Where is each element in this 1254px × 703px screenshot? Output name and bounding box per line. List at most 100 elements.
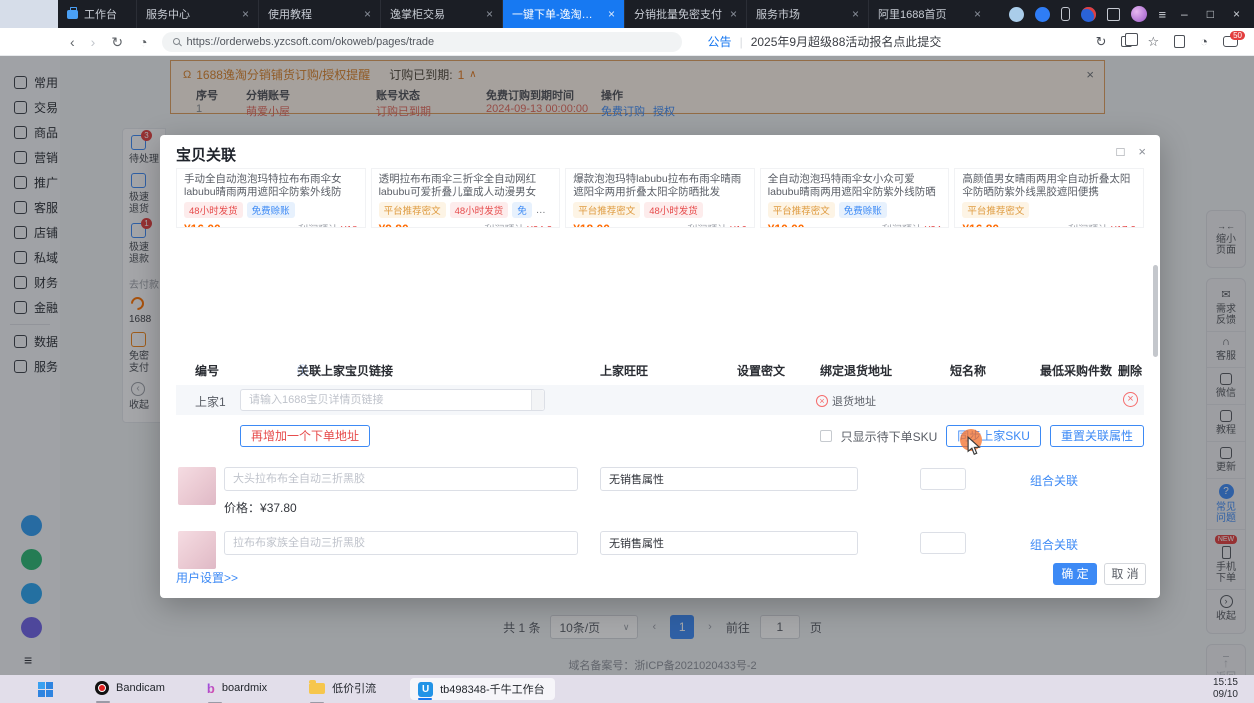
system-clock[interactable]: 15:15 09/10 — [1213, 677, 1254, 701]
close-window-icon[interactable]: × — [1229, 7, 1244, 21]
announcement[interactable]: 公告 | 2025年9月超级88活动报名点此提交 — [708, 33, 942, 50]
product-card[interactable]: 全自动泡泡玛特雨伞女小众可爱labubu晴雨两用遮阳伞防紫外线防晒 平台推荐密文… — [760, 168, 950, 228]
add-order-address-button[interactable]: 再增加一个下单地址 — [240, 425, 370, 447]
product-card[interactable]: 手动全自动泡泡玛特拉布布雨伞女labubu晴雨两用遮阳伞防紫外线防 48小时发货… — [176, 168, 366, 228]
card-title: 爆款泡泡玛特labubu拉布布雨伞晴雨遮阳伞两用折叠太阳伞防晒批发 — [573, 173, 747, 199]
copy-icon[interactable] — [1121, 36, 1132, 47]
tag-truncated: 免 — [512, 202, 532, 218]
sku-attr-input[interactable] — [600, 467, 858, 491]
card-profit: 利润预计 ¥18 — [298, 221, 357, 228]
taskbar-app-folder[interactable]: 低价引流 — [309, 680, 376, 698]
sync-icon[interactable]: ↻ — [1096, 34, 1107, 50]
cancel-button[interactable]: 取 消 — [1104, 563, 1146, 585]
input-suffix[interactable] — [531, 390, 544, 410]
tab-1688-home[interactable]: 阿里1688首页 × — [868, 0, 990, 28]
card-title: 手动全自动泡泡玛特拉布布雨伞女labubu晴雨两用遮阳伞防紫外线防 — [184, 173, 358, 199]
taskbar-app-qianniu-active[interactable]: U tb498348-千牛工作台 — [410, 678, 555, 700]
tab-tutorial[interactable]: 使用教程 × — [258, 0, 380, 28]
only-pending-sku-checkbox[interactable] — [820, 430, 832, 442]
tag-48h-shipping: 48小时发货 — [184, 202, 243, 218]
delete-row-icon[interactable]: × — [1123, 392, 1138, 407]
announcement-text[interactable]: 2025年9月超级88活动报名点此提交 — [751, 33, 942, 50]
tag-free-credit: 免费赊账 — [247, 202, 295, 218]
url-input[interactable]: https://orderwebs.yzcsoft.com/okoweb/pag… — [162, 32, 682, 52]
tab-one-click-order-active[interactable]: 一键下单-逸淘软件 × — [502, 0, 624, 28]
supplier-link-input[interactable] — [240, 389, 545, 411]
tab-close-icon[interactable]: × — [974, 8, 981, 20]
reload-icon[interactable]: ↻ — [111, 35, 123, 49]
sku-qty-input[interactable] — [920, 532, 966, 554]
tab-close-icon[interactable]: × — [852, 8, 859, 20]
phone-mirror-icon[interactable] — [1061, 7, 1070, 21]
extension-icon[interactable] — [1035, 7, 1050, 22]
only-pending-sku-label[interactable]: 只显示待下单SKU — [841, 428, 938, 445]
messages-icon[interactable]: 50 — [1223, 36, 1238, 47]
confirm-button[interactable]: 确 定 — [1053, 563, 1097, 585]
taskbar-app-bandicam[interactable]: Bandicam — [95, 681, 165, 697]
notes-extension-icon[interactable] — [1107, 8, 1120, 21]
browser-menu-icon[interactable]: ≡ — [1158, 7, 1166, 22]
col-header-delete: 删除 — [1118, 362, 1142, 379]
clock-icon[interactable]: ◔ — [1200, 34, 1208, 49]
product-card[interactable]: 透明拉布布雨伞三折伞全自动网红labubu可爱折叠儿童成人动漫男女 平台推荐密文… — [371, 168, 561, 228]
card-title: 透明拉布布雨伞三折伞全自动网红labubu可爱折叠儿童成人动漫男女 — [379, 173, 553, 199]
tab-close-icon[interactable]: × — [486, 8, 493, 20]
tab-service-center[interactable]: 服务中心 × — [136, 0, 258, 28]
modal-action-row: 再增加一个下单地址 只显示待下单SKU 同步上家SKU 重置关联属性 — [160, 425, 1144, 451]
sku-qty-input[interactable] — [920, 468, 966, 490]
tabbar-corner — [0, 0, 58, 28]
card-profit: 利润预计 ¥17.2 — [1068, 221, 1136, 228]
tab-label: 服务市场 — [756, 6, 846, 22]
url-text: https://orderwebs.yzcsoft.com/okoweb/pag… — [187, 36, 435, 48]
modal-close-icon[interactable]: × — [1138, 145, 1146, 158]
tab-close-icon[interactable]: × — [608, 8, 615, 20]
page-content: 常用 交易 商品 营销 推广 客服 店铺 私域 财务 金融 数据 服务 ≡ 3 … — [0, 56, 1254, 675]
sku-shortname-input[interactable] — [224, 531, 578, 555]
card-profit: 利润预计 ¥16 — [687, 221, 746, 228]
minimize-window-icon[interactable]: – — [1177, 7, 1192, 21]
tab-close-icon[interactable]: × — [242, 8, 249, 20]
profile-avatar[interactable] — [1131, 6, 1147, 22]
tag-platform-cipher: 平台推荐密文 — [573, 202, 640, 218]
taskbar-app-boardmix[interactable]: b boardmix — [207, 681, 267, 698]
return-address-link[interactable]: × 退货地址 — [816, 393, 876, 409]
start-menu-icon[interactable] — [38, 682, 53, 697]
col-header-no: 编号 — [195, 362, 219, 379]
sku-attr-input[interactable] — [600, 531, 858, 555]
product-association-modal: 宝贝关联 □ × 手动全自动泡泡玛特拉布布雨伞女labubu晴雨两用遮阳伞防紫外… — [160, 135, 1160, 598]
taskbar-app-label: Bandicam — [116, 682, 165, 694]
briefcase-icon — [67, 10, 78, 19]
history-icon[interactable]: ◔ — [139, 35, 147, 49]
forward-icon[interactable]: › — [91, 35, 96, 49]
modal-maximize-icon[interactable]: □ — [1117, 145, 1125, 158]
extension-icon[interactable] — [1009, 7, 1024, 22]
info-icon[interactable]: ⓘ — [297, 362, 308, 378]
combo-association-link[interactable]: 组合关联 — [1030, 472, 1078, 489]
tab-close-icon[interactable]: × — [364, 8, 371, 20]
sku-shortname-input[interactable] — [224, 467, 578, 491]
supplier-row-label: 上家1 — [195, 393, 226, 410]
product-image — [178, 531, 216, 569]
tab-service-market[interactable]: 服务市场 × — [746, 0, 868, 28]
tab-close-icon[interactable]: × — [730, 8, 737, 20]
bookmark-star-icon[interactable]: ☆ — [1147, 34, 1159, 50]
user-settings-link[interactable]: 用户设置>> — [176, 569, 238, 586]
page-icon[interactable] — [1174, 35, 1185, 48]
reset-association-button[interactable]: 重置关联属性 — [1050, 425, 1144, 447]
restore-window-icon[interactable]: □ — [1203, 7, 1218, 21]
product-card[interactable]: 高颜值男女晴雨两用伞自动折叠太阳伞防晒防紫外线黑胶遮阳便携 平台推荐密文 ¥16… — [954, 168, 1144, 228]
tab-yizhanggui-trade[interactable]: 逸掌柜交易 × — [380, 0, 502, 28]
extension-icon[interactable] — [1081, 7, 1096, 22]
combo-association-link[interactable]: 组合关联 — [1030, 536, 1078, 553]
tab-label: 一键下单-逸淘软件 — [512, 6, 602, 22]
tab-label: 工作台 — [84, 6, 127, 22]
card-price: ¥16.00 — [184, 222, 221, 228]
tab-batch-payment[interactable]: 分销批量免密支付 × — [624, 0, 746, 28]
product-card[interactable]: 爆款泡泡玛特labubu拉布布雨伞晴雨遮阳伞两用折叠太阳伞防晒批发 平台推荐密文… — [565, 168, 755, 228]
browser-address-bar: ‹ › ↻ ◔ https://orderwebs.yzcsoft.com/ok… — [0, 28, 1254, 56]
modal-scrollbar[interactable] — [1153, 265, 1158, 357]
folder-icon — [309, 683, 325, 694]
tab-workbench[interactable]: 工作台 — [58, 0, 136, 28]
sku-price: 价格：¥37.80 — [224, 499, 297, 516]
back-icon[interactable]: ‹ — [70, 35, 75, 49]
